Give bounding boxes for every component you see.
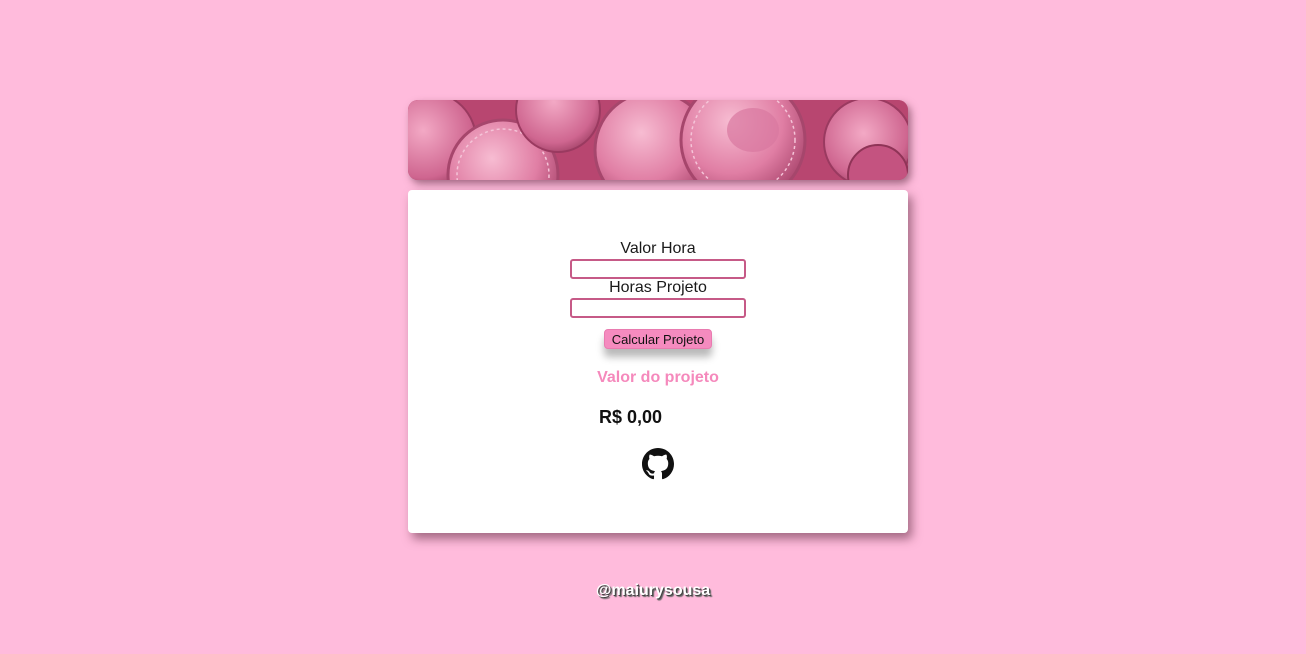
hourly-rate-input[interactable] bbox=[570, 259, 746, 279]
result-title: Valor do projeto bbox=[597, 369, 719, 386]
coins-banner bbox=[408, 100, 908, 180]
result-value: R$ 0,00 bbox=[599, 407, 663, 427]
author-handle: @maiurysousa bbox=[595, 582, 711, 599]
calculate-project-button[interactable]: Calcular Projeto bbox=[604, 329, 712, 349]
coins-banner-image bbox=[408, 100, 908, 180]
github-icon-graphic bbox=[642, 448, 674, 480]
github-icon[interactable] bbox=[642, 448, 674, 480]
calculator-card: Valor Hora Horas Projeto Calcular Projet… bbox=[408, 190, 908, 533]
project-hours-input[interactable] bbox=[570, 298, 746, 318]
hourly-rate-label: Valor Hora bbox=[620, 240, 696, 257]
project-hours-label: Horas Projeto bbox=[609, 279, 707, 296]
